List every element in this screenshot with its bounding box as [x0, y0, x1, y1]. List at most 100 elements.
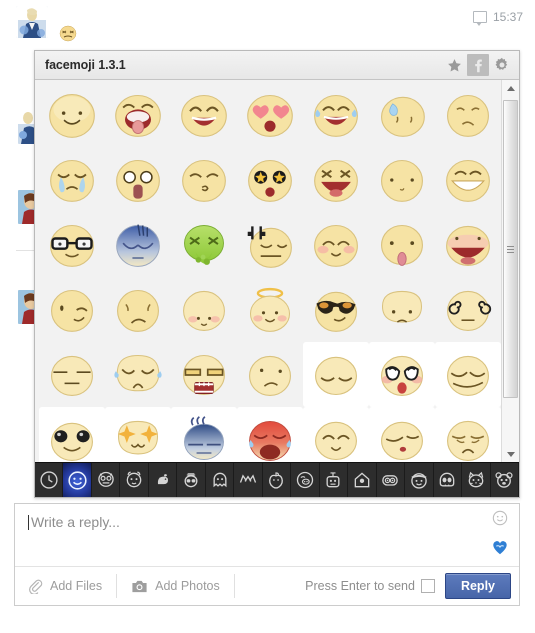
frown-emoji[interactable] — [105, 277, 171, 342]
text-caret — [28, 515, 29, 530]
add-files-label: Add Files — [50, 579, 103, 593]
star-struck-emoji[interactable] — [237, 147, 303, 212]
emoji-grid-area — [35, 80, 519, 462]
scroll-track[interactable] — [502, 96, 519, 446]
blush-smile-emoji[interactable] — [303, 212, 369, 277]
angel-halo-emoji[interactable] — [237, 277, 303, 342]
comment-meta: 15:37 — [472, 10, 523, 26]
sick-vomit-emoji[interactable] — [171, 212, 237, 277]
distressed-tears-emoji[interactable] — [105, 342, 171, 407]
sleepy-closed-eyes-emoji[interactable] — [303, 342, 369, 407]
scroll-thumb[interactable] — [503, 100, 518, 398]
popup-titlebar: facemoji 1.3.1 — [35, 51, 519, 80]
angry-vein-emoji[interactable] — [237, 212, 303, 277]
category-skull[interactable] — [434, 463, 463, 497]
shout-open-mouth-emoji[interactable] — [435, 212, 501, 277]
composer-actions: Add Files Add Photos Press Enter to send… — [15, 567, 519, 605]
teary-puppy-eyes-emoji[interactable] — [369, 342, 435, 407]
exhausted-red-emoji[interactable] — [237, 407, 303, 462]
scroll-down-arrow[interactable] — [502, 446, 519, 462]
tongue-stick-emoji[interactable] — [369, 212, 435, 277]
alien-icon — [184, 473, 198, 488]
category-ghost[interactable] — [206, 463, 235, 497]
confused-emoji[interactable] — [237, 342, 303, 407]
heart-eyes-emoji[interactable] — [237, 82, 303, 147]
blank-stare-emoji[interactable] — [39, 342, 105, 407]
tongue-out-open-mouth-emoji[interactable] — [105, 82, 171, 147]
smiley-icon[interactable] — [492, 510, 508, 529]
press-enter-checkbox[interactable] — [420, 579, 435, 593]
popup-title: facemoji 1.3.1 — [45, 58, 126, 72]
wink-emoji[interactable] — [39, 277, 105, 342]
facebook-f-icon — [474, 59, 482, 72]
add-photos-button[interactable]: Add Photos — [127, 574, 235, 598]
category-devil[interactable] — [120, 463, 149, 497]
comment-bubble-icon — [472, 11, 487, 26]
kiss-emoji[interactable] — [171, 147, 237, 212]
sunglasses-cool-emoji[interactable] — [303, 277, 369, 342]
scroll-up-arrow[interactable] — [502, 80, 519, 96]
happy-laugh-emoji[interactable] — [171, 82, 237, 147]
reply-input-area[interactable]: Write a reply... — [15, 504, 519, 567]
posted-emoji — [58, 23, 78, 43]
cold-sweat-emoji[interactable] — [369, 82, 435, 147]
composer-side-icons — [489, 510, 511, 558]
category-robot[interactable] — [320, 463, 349, 497]
cat-icon — [468, 471, 484, 488]
grimace-teeth-emoji[interactable] — [171, 342, 237, 407]
category-monsters[interactable] — [92, 463, 121, 497]
sparkle-eyes-emoji[interactable] — [105, 407, 171, 462]
neutral-dots-emoji[interactable] — [369, 147, 435, 212]
smile-emoji[interactable] — [39, 82, 105, 147]
monster-face-icon — [97, 471, 114, 487]
timestamp: 15:37 — [492, 10, 523, 24]
facebook-info-button[interactable] — [467, 54, 489, 76]
reply-placeholder: Write a reply... — [31, 514, 120, 530]
content-smile-emoji[interactable] — [303, 407, 369, 462]
quiet-small-mouth-emoji[interactable] — [369, 407, 435, 462]
settings-button[interactable] — [491, 54, 513, 76]
bird-icon — [157, 474, 168, 485]
category-hat-face[interactable] — [405, 463, 434, 497]
cat-ears-icon — [239, 474, 257, 483]
category-house[interactable] — [348, 463, 377, 497]
category-smileys[interactable] — [63, 463, 92, 497]
emoji-grid — [35, 80, 501, 462]
reply-button[interactable]: Reply — [444, 573, 511, 599]
nerd-glasses-emoji[interactable] — [39, 212, 105, 277]
reply-composer: Write a reply... Add Files Add Photos Pr… — [14, 503, 520, 606]
skull-icon — [439, 472, 455, 487]
gloomy-blue-emoji[interactable] — [105, 212, 171, 277]
facemoji-heart-icon[interactable] — [491, 539, 509, 558]
sad-worried-emoji[interactable] — [435, 407, 501, 462]
pout-emoji[interactable] — [369, 277, 435, 342]
gloomy-steam-emoji[interactable] — [171, 407, 237, 462]
worried-emoji[interactable] — [435, 82, 501, 147]
robot-icon — [326, 472, 340, 488]
category-recent[interactable] — [35, 463, 64, 497]
big-grin-emoji[interactable] — [435, 147, 501, 212]
hat-face-icon — [411, 473, 427, 489]
category-cat-ears[interactable] — [234, 463, 263, 497]
crying-emoji[interactable] — [39, 147, 105, 212]
category-pig[interactable] — [291, 463, 320, 497]
laughing-loud-emoji[interactable] — [303, 147, 369, 212]
dizzy-spiral-eyes-emoji[interactable] — [435, 277, 501, 342]
smug-squint-emoji[interactable] — [435, 342, 501, 407]
add-files-button[interactable]: Add Files — [23, 574, 118, 598]
joy-tears-emoji[interactable] — [303, 82, 369, 147]
category-bear[interactable] — [491, 463, 519, 497]
emoji-scrollbar[interactable] — [501, 80, 519, 462]
big-black-eyes-emoji[interactable] — [39, 407, 105, 462]
avatar[interactable] — [16, 6, 48, 38]
shocked-wide-eyes-emoji[interactable] — [105, 147, 171, 212]
camera-icon — [132, 580, 147, 592]
category-owl[interactable] — [377, 463, 406, 497]
category-cat[interactable] — [462, 463, 491, 497]
favorite-star-button[interactable] — [443, 54, 465, 76]
category-alien[interactable] — [177, 463, 206, 497]
category-toolbar — [35, 462, 519, 497]
shy-small-smile-emoji[interactable] — [171, 277, 237, 342]
category-apple[interactable] — [263, 463, 292, 497]
category-bird[interactable] — [149, 463, 178, 497]
